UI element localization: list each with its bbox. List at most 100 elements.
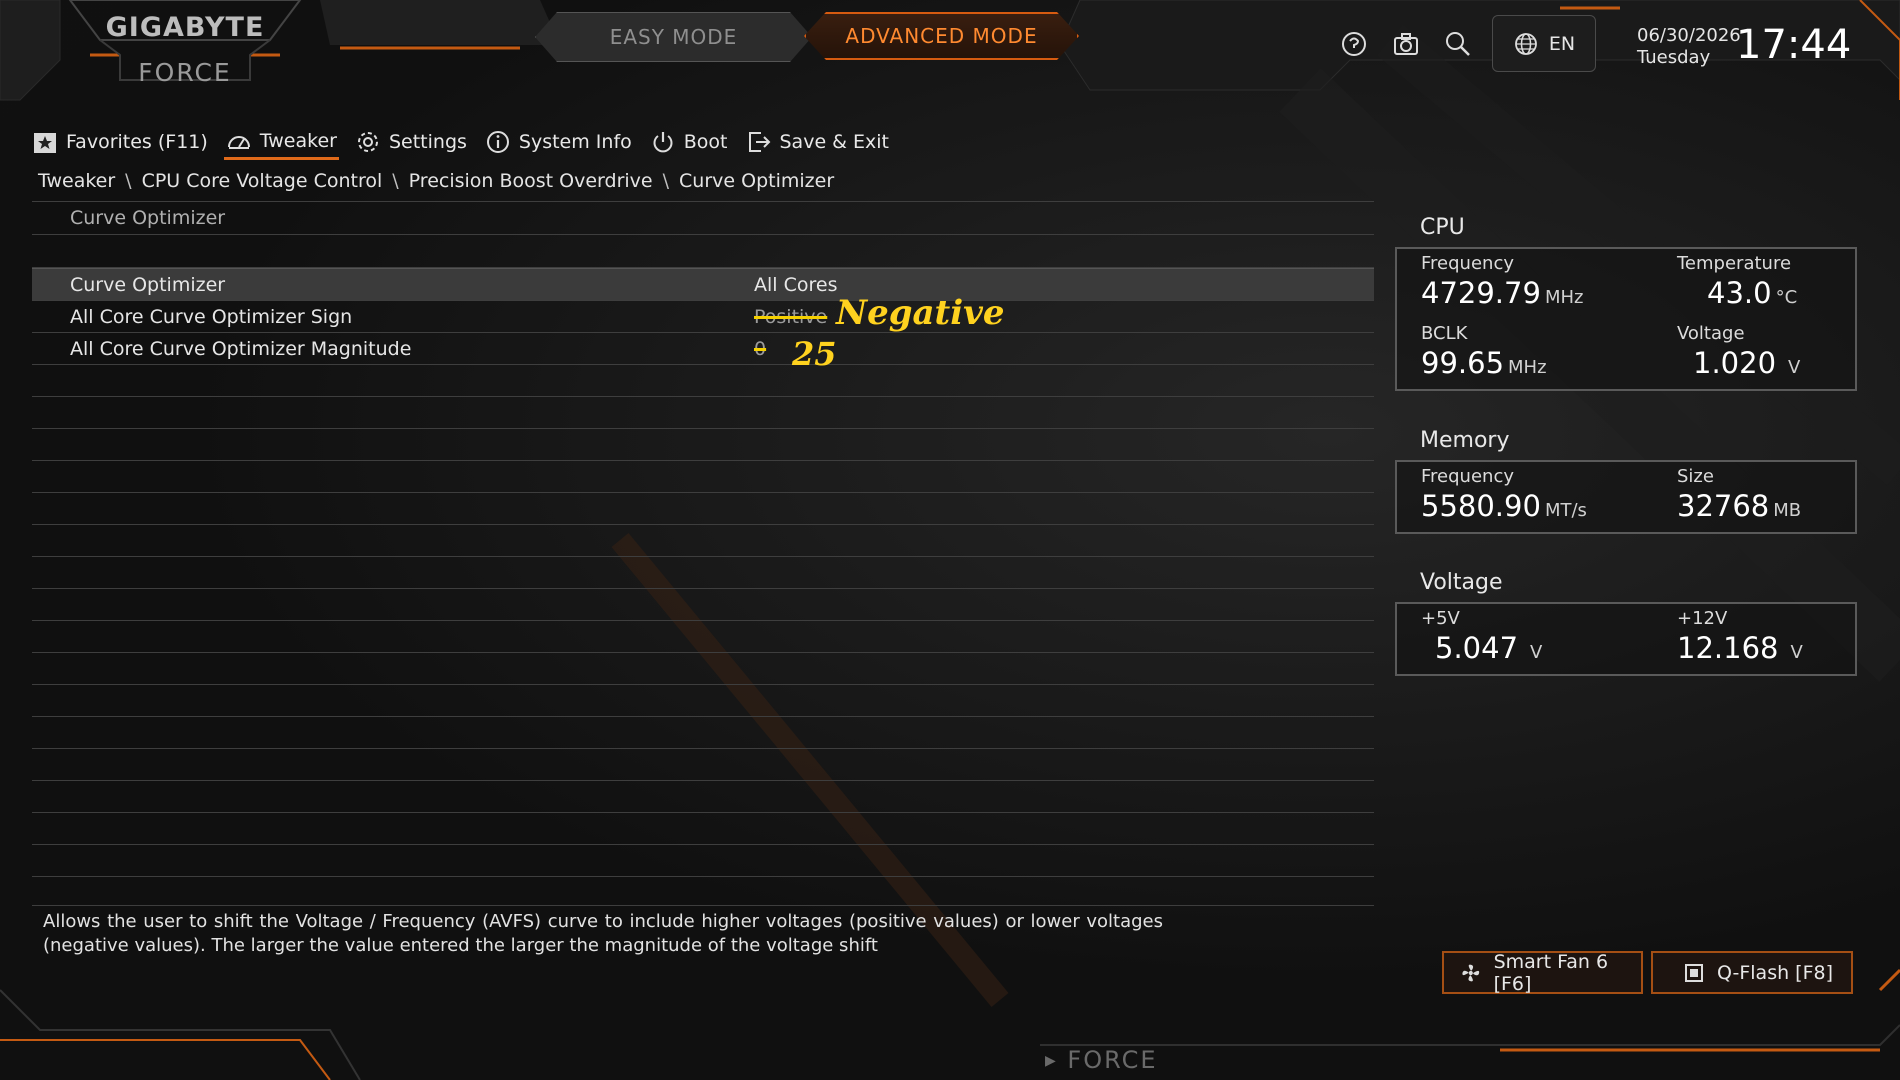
tab-tweaker[interactable]: Tweaker (223, 124, 339, 160)
gigabyte-logo: GIGABYTE FORCE (60, 0, 310, 92)
qflash-button[interactable]: Q-Flash [F8] (1651, 951, 1853, 994)
help-icon[interactable] (1338, 28, 1370, 60)
power-icon (653, 132, 673, 153)
setting-row-optimizer-sign[interactable]: All Core Curve Optimizer Sign Positive N… (32, 293, 1374, 333)
empty-row (32, 685, 1374, 717)
star-icon (34, 133, 56, 153)
tab-favorites[interactable]: Favorites (F11) (30, 125, 210, 159)
setting-value[interactable]: 0 (754, 338, 766, 360)
v12-value: 12.168 V (1677, 631, 1803, 665)
breadcrumb-item[interactable]: Precision Boost Overdrive (409, 170, 653, 192)
voltage-title: Voltage (1420, 570, 1503, 595)
empty-row (32, 589, 1374, 621)
spacer-row (32, 235, 1374, 268)
tab-label: Favorites (F11) (66, 131, 208, 153)
language-selector[interactable]: EN (1492, 15, 1596, 72)
top-toolbar (1338, 28, 1474, 60)
voltage-panel: +5V 5.047 V +12V 12.168 V (1395, 602, 1857, 676)
empty-row (32, 525, 1374, 557)
empty-row (32, 397, 1374, 429)
setting-label: All Core Curve Optimizer Sign (70, 305, 353, 328)
search-icon[interactable] (1442, 28, 1474, 60)
breadcrumb-item[interactable]: Tweaker (38, 170, 115, 192)
empty-row (32, 749, 1374, 781)
tab-label: Settings (388, 131, 467, 153)
cpu-frequency-value: 4729.79 MHz (1421, 276, 1584, 310)
breadcrumb-item: Curve Optimizer (679, 170, 835, 192)
main-nav: Favorites (F11) Tweaker Settings System … (30, 124, 891, 160)
memory-title: Memory (1420, 428, 1510, 453)
cpu-temperature-value: 43.0 °C (1707, 276, 1798, 310)
tab-label: Save & Exit (779, 131, 890, 153)
memory-size-label: Size (1677, 466, 1714, 487)
date-text: 06/30/2026 (1637, 25, 1741, 46)
camera-icon[interactable] (1390, 28, 1422, 60)
clock: 17:44 (1736, 22, 1852, 68)
tab-label: Boot (683, 131, 728, 153)
tab-label: System Info (518, 131, 632, 153)
breadcrumb: Tweaker \ CPU Core Voltage Control \ Pre… (38, 170, 834, 192)
empty-row (32, 653, 1374, 685)
cpu-voltage-label: Voltage (1677, 323, 1745, 344)
empty-row (32, 621, 1374, 653)
empty-row (32, 781, 1374, 813)
smart-fan-button[interactable]: Smart Fan 6 [F6] (1442, 950, 1643, 995)
cpu-temperature-label: Temperature (1677, 253, 1792, 274)
cpu-title: CPU (1420, 215, 1465, 240)
sub-brand: FORCE (138, 58, 232, 87)
setting-row-optimizer-magnitude[interactable]: All Core Curve Optimizer Magnitude 0 25 (32, 333, 1374, 373)
exit-icon (748, 132, 770, 152)
empty-row (32, 493, 1374, 525)
qflash-label: Q-Flash [F8] (1717, 961, 1834, 984)
gauge-icon (227, 136, 250, 149)
tab-settings[interactable]: Settings (353, 125, 469, 159)
easy-mode-button[interactable]: EASY MODE (535, 12, 812, 62)
tab-boot[interactable]: Boot (648, 125, 730, 159)
empty-row (32, 845, 1374, 877)
play-icon: ▶ (1045, 1053, 1058, 1069)
empty-row (32, 717, 1374, 749)
info-icon (486, 131, 509, 153)
empty-row (32, 461, 1374, 493)
footer-brand-text: FORCE (1067, 1046, 1158, 1074)
footer-brand: ▶ FORCE (1045, 1046, 1158, 1074)
globe-icon (1514, 32, 1537, 55)
section-header-row: Curve Optimizer (32, 201, 1374, 235)
tab-label: Tweaker (259, 130, 337, 152)
breadcrumb-separator: \ (662, 170, 670, 192)
v5-value: 5.047 V (1435, 631, 1543, 665)
cpu-frequency-label: Frequency (1421, 253, 1514, 274)
smart-fan-label: Smart Fan 6 [F6] (1493, 950, 1609, 995)
empty-row (32, 557, 1374, 589)
setting-label: Curve Optimizer (70, 273, 226, 296)
memory-panel: Frequency 5580.90 MT/s Size 32768 MB (1395, 460, 1857, 534)
chip-icon (1685, 963, 1703, 982)
breadcrumb-item[interactable]: CPU Core Voltage Control (142, 170, 383, 192)
gear-icon (357, 132, 378, 152)
setting-value[interactable]: Positive (754, 306, 827, 328)
weekday-text: Tuesday (1637, 47, 1711, 68)
breadcrumb-separator: \ (125, 170, 132, 192)
handwritten-annotation: Negative (836, 293, 1005, 333)
advanced-mode-button[interactable]: ADVANCED MODE (804, 12, 1079, 60)
memory-frequency-value: 5580.90 MT/s (1421, 489, 1587, 523)
v12-label: +12V (1677, 608, 1728, 629)
help-description: Allows the user to shift the Voltage / F… (43, 911, 1163, 956)
setting-value[interactable]: All Cores (754, 274, 837, 296)
cpu-panel: Frequency 4729.79 MHz Temperature 43.0 °C … (1395, 247, 1857, 391)
memory-frequency-label: Frequency (1421, 466, 1514, 487)
tab-system-info[interactable]: System Info (483, 125, 634, 159)
tab-save-exit[interactable]: Save & Exit (744, 125, 892, 159)
settings-list: Curve Optimizer Curve Optimizer All Core… (32, 201, 1374, 877)
mode-switch: EASY MODE ADVANCED MODE (535, 12, 1079, 62)
empty-row (32, 429, 1374, 461)
brand-name: GIGABYTE (105, 12, 265, 43)
bclk-value: 99.65 MHz (1421, 346, 1547, 380)
empty-rows (32, 365, 1374, 877)
breadcrumb-separator: \ (392, 170, 399, 192)
date-display: 06/30/2026 Tuesday (1637, 25, 1741, 69)
language-label: EN (1548, 32, 1576, 55)
setting-row-curve-optimizer[interactable]: Curve Optimizer All Cores (32, 268, 1374, 301)
setting-label: All Core Curve Optimizer Magnitude (70, 337, 412, 360)
section-header: Curve Optimizer (70, 207, 226, 229)
